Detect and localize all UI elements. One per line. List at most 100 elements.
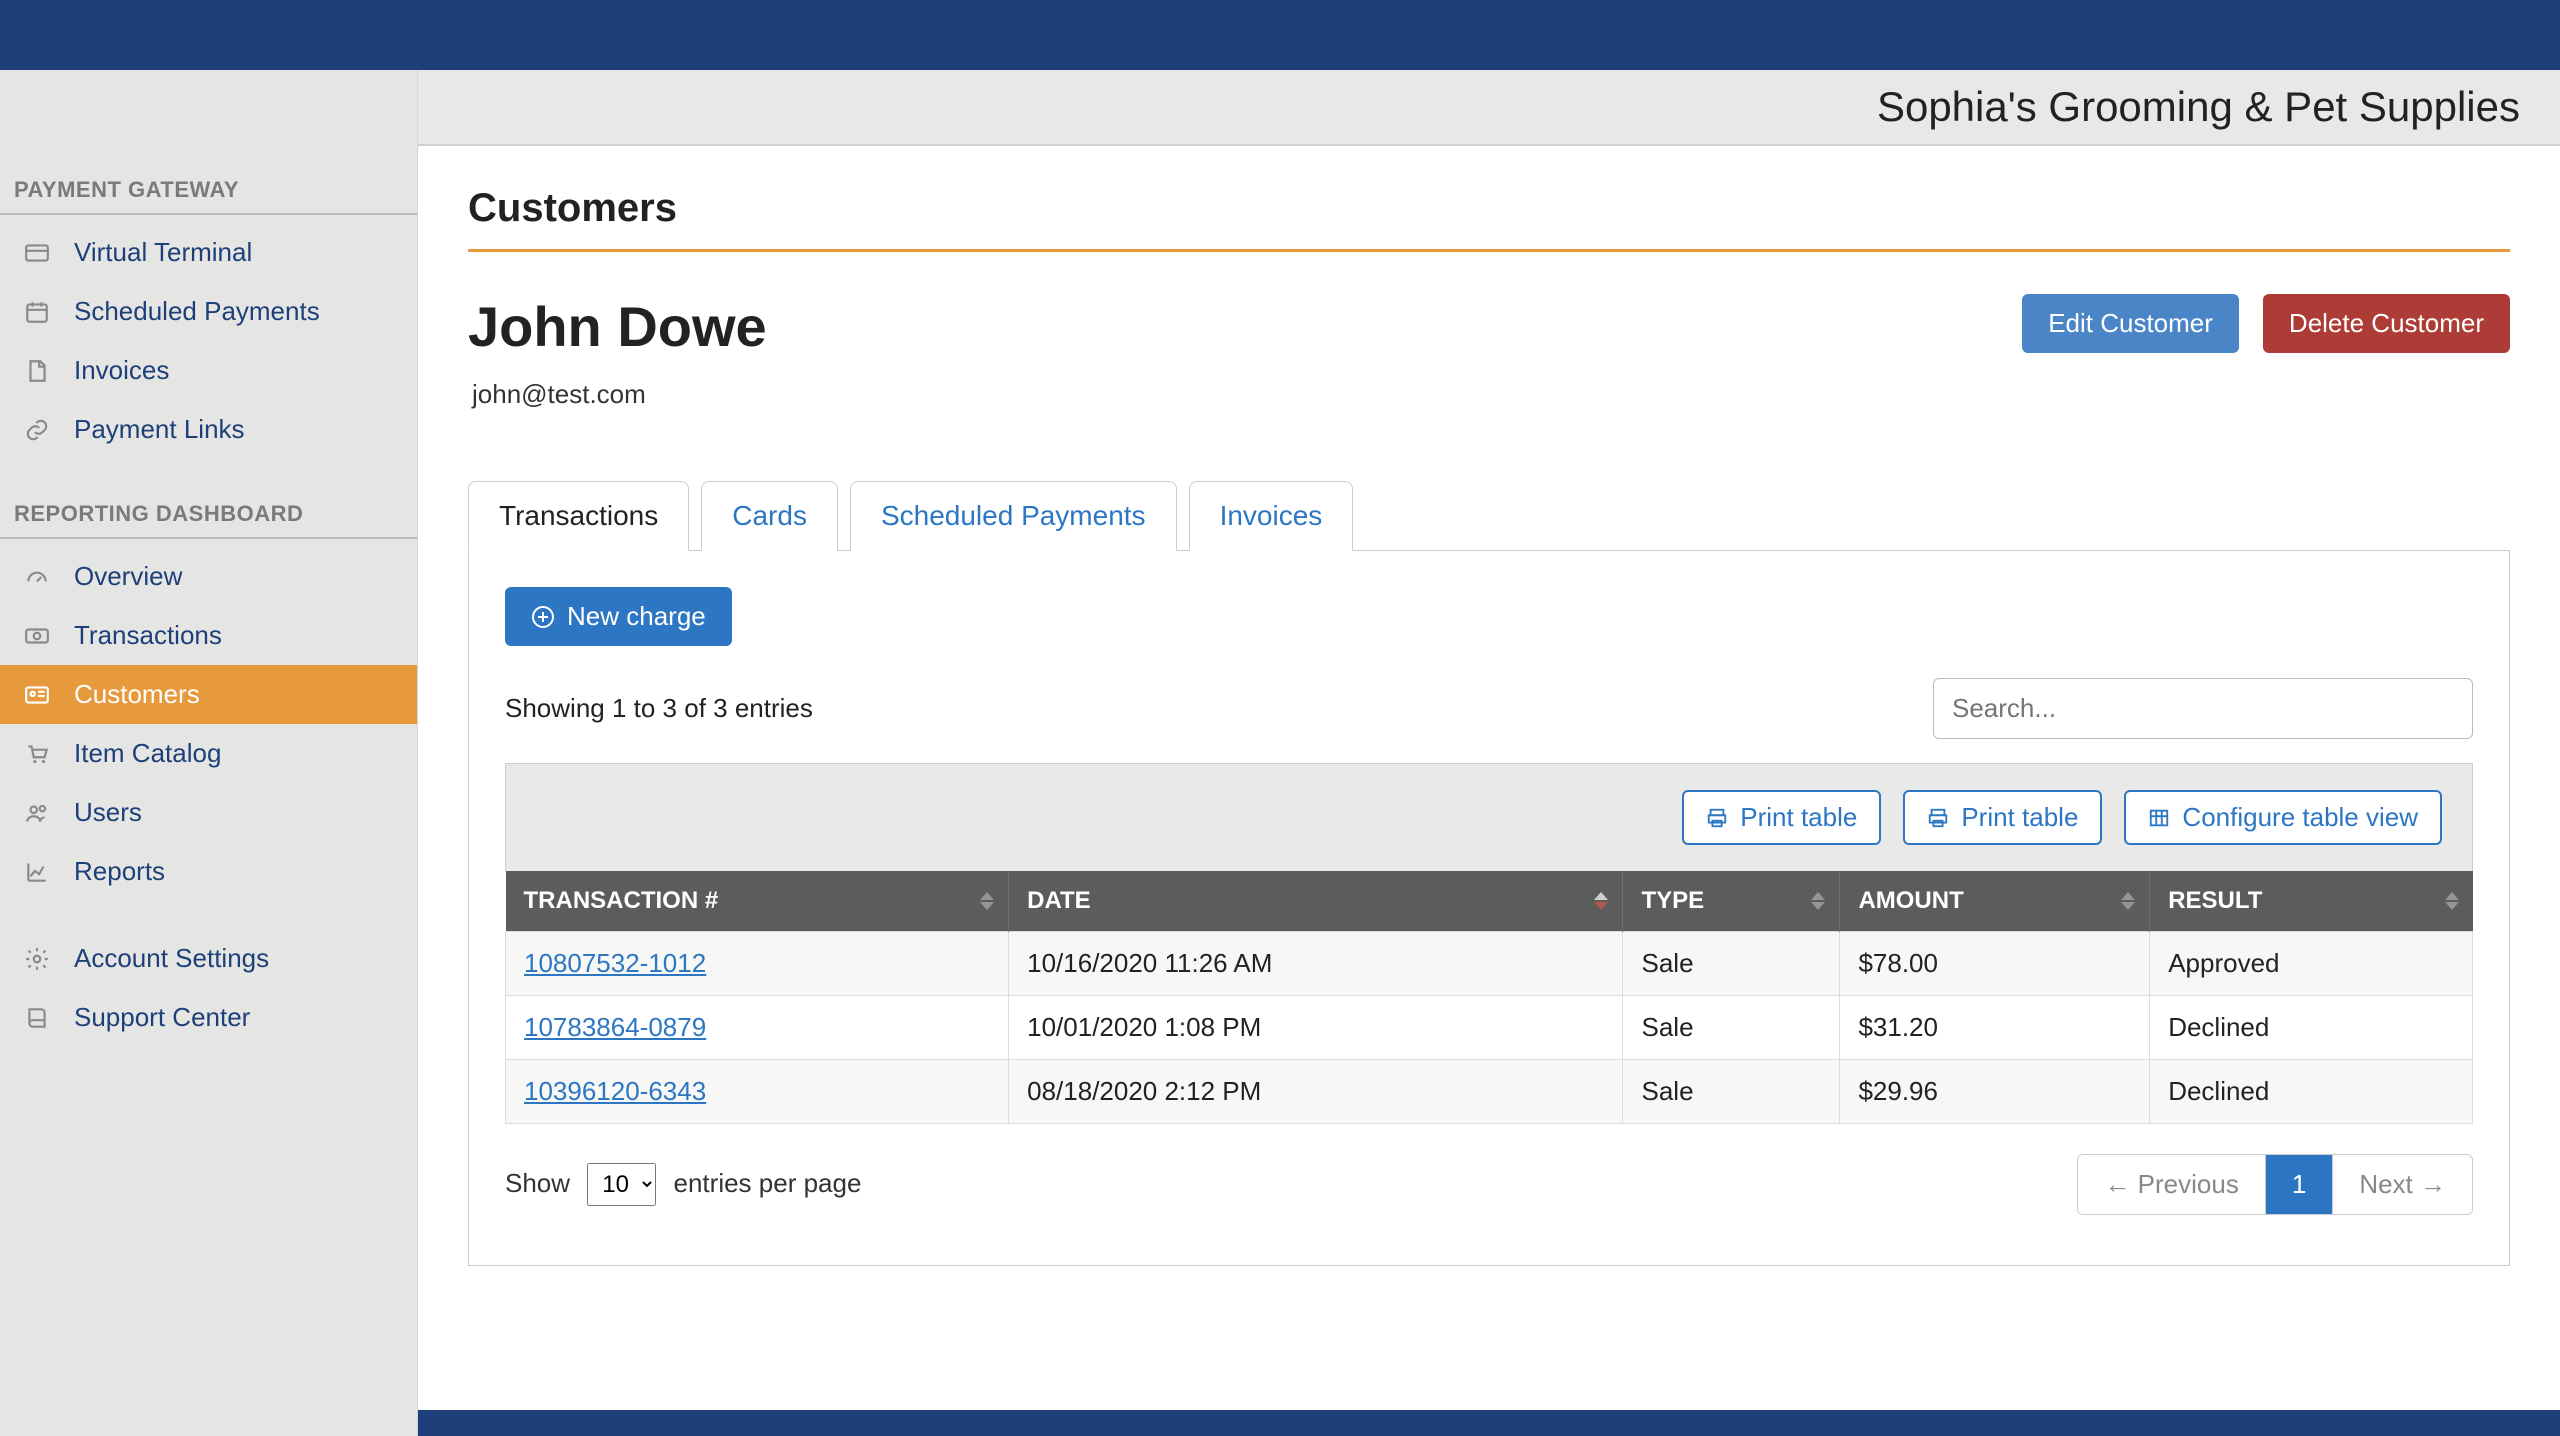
column-amount[interactable]: AMOUNT <box>1840 871 2150 932</box>
customer-email: john@test.com <box>468 379 2510 410</box>
delete-customer-button[interactable]: Delete Customer <box>2263 294 2510 353</box>
transactions-table: TRANSACTION # DATE TYPE AMOUNT RESULT 10… <box>505 871 2473 1124</box>
tab-cards[interactable]: Cards <box>701 481 838 551</box>
search-input[interactable] <box>1933 678 2473 739</box>
file-icon <box>22 358 52 384</box>
sidebar-item-label: Invoices <box>74 355 169 386</box>
column-result[interactable]: RESULT <box>2150 871 2473 932</box>
sort-icon <box>2445 892 2459 910</box>
card-icon <box>22 240 52 266</box>
configure-table-view-button[interactable]: Configure table view <box>2124 790 2442 845</box>
print-table-button-2[interactable]: Print table <box>1903 790 2102 845</box>
new-charge-button[interactable]: New charge <box>505 587 732 646</box>
cell-amount: $31.20 <box>1840 996 2150 1060</box>
sidebar-item-transactions[interactable]: Transactions <box>0 606 417 665</box>
users-icon <box>22 800 52 826</box>
print-icon <box>1927 807 1949 829</box>
cell-type: Sale <box>1623 932 1840 996</box>
pagination-page-1[interactable]: 1 <box>2266 1155 2333 1214</box>
sidebar-item-label: Account Settings <box>74 943 269 974</box>
sidebar: PAYMENT GATEWAY Virtual Terminal Schedule… <box>0 70 418 1436</box>
merchant-name-bar: Sophia's Grooming & Pet Supplies <box>418 70 2560 146</box>
sidebar-item-label: Support Center <box>74 1002 250 1033</box>
table-toolbar: Print table Print table Configure table … <box>505 763 2473 871</box>
sidebar-item-scheduled-payments[interactable]: Scheduled Payments <box>0 282 417 341</box>
cell-result: Declined <box>2150 1060 2473 1124</box>
sidebar-item-customers[interactable]: Customers <box>0 665 417 724</box>
pagination: ← Previous 1 Next → <box>2077 1154 2473 1215</box>
transaction-link[interactable]: 10396120-6343 <box>524 1076 706 1106</box>
sidebar-item-label: Scheduled Payments <box>74 296 320 327</box>
sidebar-section-reporting-dashboard: REPORTING DASHBOARD <box>0 489 417 539</box>
cell-date: 10/01/2020 1:08 PM <box>1009 996 1623 1060</box>
transaction-link[interactable]: 10783864-0879 <box>524 1012 706 1042</box>
print-table-button-1[interactable]: Print table <box>1682 790 1881 845</box>
cart-icon <box>22 741 52 767</box>
sidebar-item-label: Overview <box>74 561 182 592</box>
tab-transactions[interactable]: Transactions <box>468 481 689 551</box>
sidebar-item-invoices[interactable]: Invoices <box>0 341 417 400</box>
cell-result: Declined <box>2150 996 2473 1060</box>
pagination-next[interactable]: Next → <box>2333 1155 2472 1214</box>
link-icon <box>22 417 52 443</box>
book-icon <box>22 1005 52 1031</box>
cell-amount: $78.00 <box>1840 932 2150 996</box>
sort-icon <box>2121 892 2135 910</box>
sort-icon <box>1811 892 1825 910</box>
gauge-icon <box>22 564 52 590</box>
column-transaction-[interactable]: TRANSACTION # <box>506 871 1009 932</box>
plus-circle-icon <box>531 605 555 629</box>
entries-per-page-control: Show 10 entries per page <box>505 1163 861 1206</box>
sidebar-item-label: Payment Links <box>74 414 245 445</box>
sidebar-item-users[interactable]: Users <box>0 783 417 842</box>
table-row: 10807532-1012 10/16/2020 11:26 AM Sale $… <box>506 932 2473 996</box>
customer-tabs: TransactionsCardsScheduled PaymentsInvoi… <box>468 480 2510 551</box>
calendar-icon <box>22 299 52 325</box>
sidebar-item-label: Customers <box>74 679 200 710</box>
sort-icon <box>980 892 994 910</box>
sidebar-section-payment-gateway: PAYMENT GATEWAY <box>0 165 417 215</box>
sidebar-item-label: Virtual Terminal <box>74 237 252 268</box>
sort-icon <box>1594 892 1608 910</box>
cell-type: Sale <box>1623 1060 1840 1124</box>
sidebar-item-label: Transactions <box>74 620 222 651</box>
cell-date: 10/16/2020 11:26 AM <box>1009 932 1623 996</box>
cell-result: Approved <box>2150 932 2473 996</box>
sidebar-item-reports[interactable]: Reports <box>0 842 417 901</box>
sidebar-item-overview[interactable]: Overview <box>0 547 417 606</box>
footer-bar <box>418 1410 2560 1436</box>
merchant-name: Sophia's Grooming & Pet Supplies <box>1877 83 2520 131</box>
sidebar-item-payment-links[interactable]: Payment Links <box>0 400 417 459</box>
sidebar-item-label: Reports <box>74 856 165 887</box>
cell-amount: $29.96 <box>1840 1060 2150 1124</box>
sidebar-item-label: Users <box>74 797 142 828</box>
table-row: 10783864-0879 10/01/2020 1:08 PM Sale $3… <box>506 996 2473 1060</box>
table-row: 10396120-6343 08/18/2020 2:12 PM Sale $2… <box>506 1060 2473 1124</box>
sidebar-item-virtual-terminal[interactable]: Virtual Terminal <box>0 223 417 282</box>
transaction-link[interactable]: 10807532-1012 <box>524 948 706 978</box>
new-charge-label: New charge <box>567 601 706 632</box>
top-navbar <box>0 0 2560 70</box>
sidebar-item-support-center[interactable]: Support Center <box>0 988 417 1047</box>
sidebar-item-item-catalog[interactable]: Item Catalog <box>0 724 417 783</box>
entries-summary: Showing 1 to 3 of 3 entries <box>505 693 813 724</box>
entries-per-page-select[interactable]: 10 <box>587 1163 656 1206</box>
sidebar-item-account-settings[interactable]: Account Settings <box>0 929 417 988</box>
column-type[interactable]: TYPE <box>1623 871 1840 932</box>
id-card-icon <box>22 682 52 708</box>
page-title: Customers <box>468 186 2510 252</box>
column-date[interactable]: DATE <box>1009 871 1623 932</box>
cell-date: 08/18/2020 2:12 PM <box>1009 1060 1623 1124</box>
pagination-prev[interactable]: ← Previous <box>2078 1155 2265 1214</box>
money-icon <box>22 623 52 649</box>
tab-invoices[interactable]: Invoices <box>1189 481 1354 551</box>
gear-icon <box>22 946 52 972</box>
tab-scheduled-payments[interactable]: Scheduled Payments <box>850 481 1177 551</box>
sidebar-item-label: Item Catalog <box>74 738 221 769</box>
edit-customer-button[interactable]: Edit Customer <box>2022 294 2239 353</box>
cell-type: Sale <box>1623 996 1840 1060</box>
chart-icon <box>22 859 52 885</box>
table-icon <box>2148 807 2170 829</box>
print-icon <box>1706 807 1728 829</box>
tab-panel-transactions: New charge Showing 1 to 3 of 3 entries P… <box>468 551 2510 1266</box>
